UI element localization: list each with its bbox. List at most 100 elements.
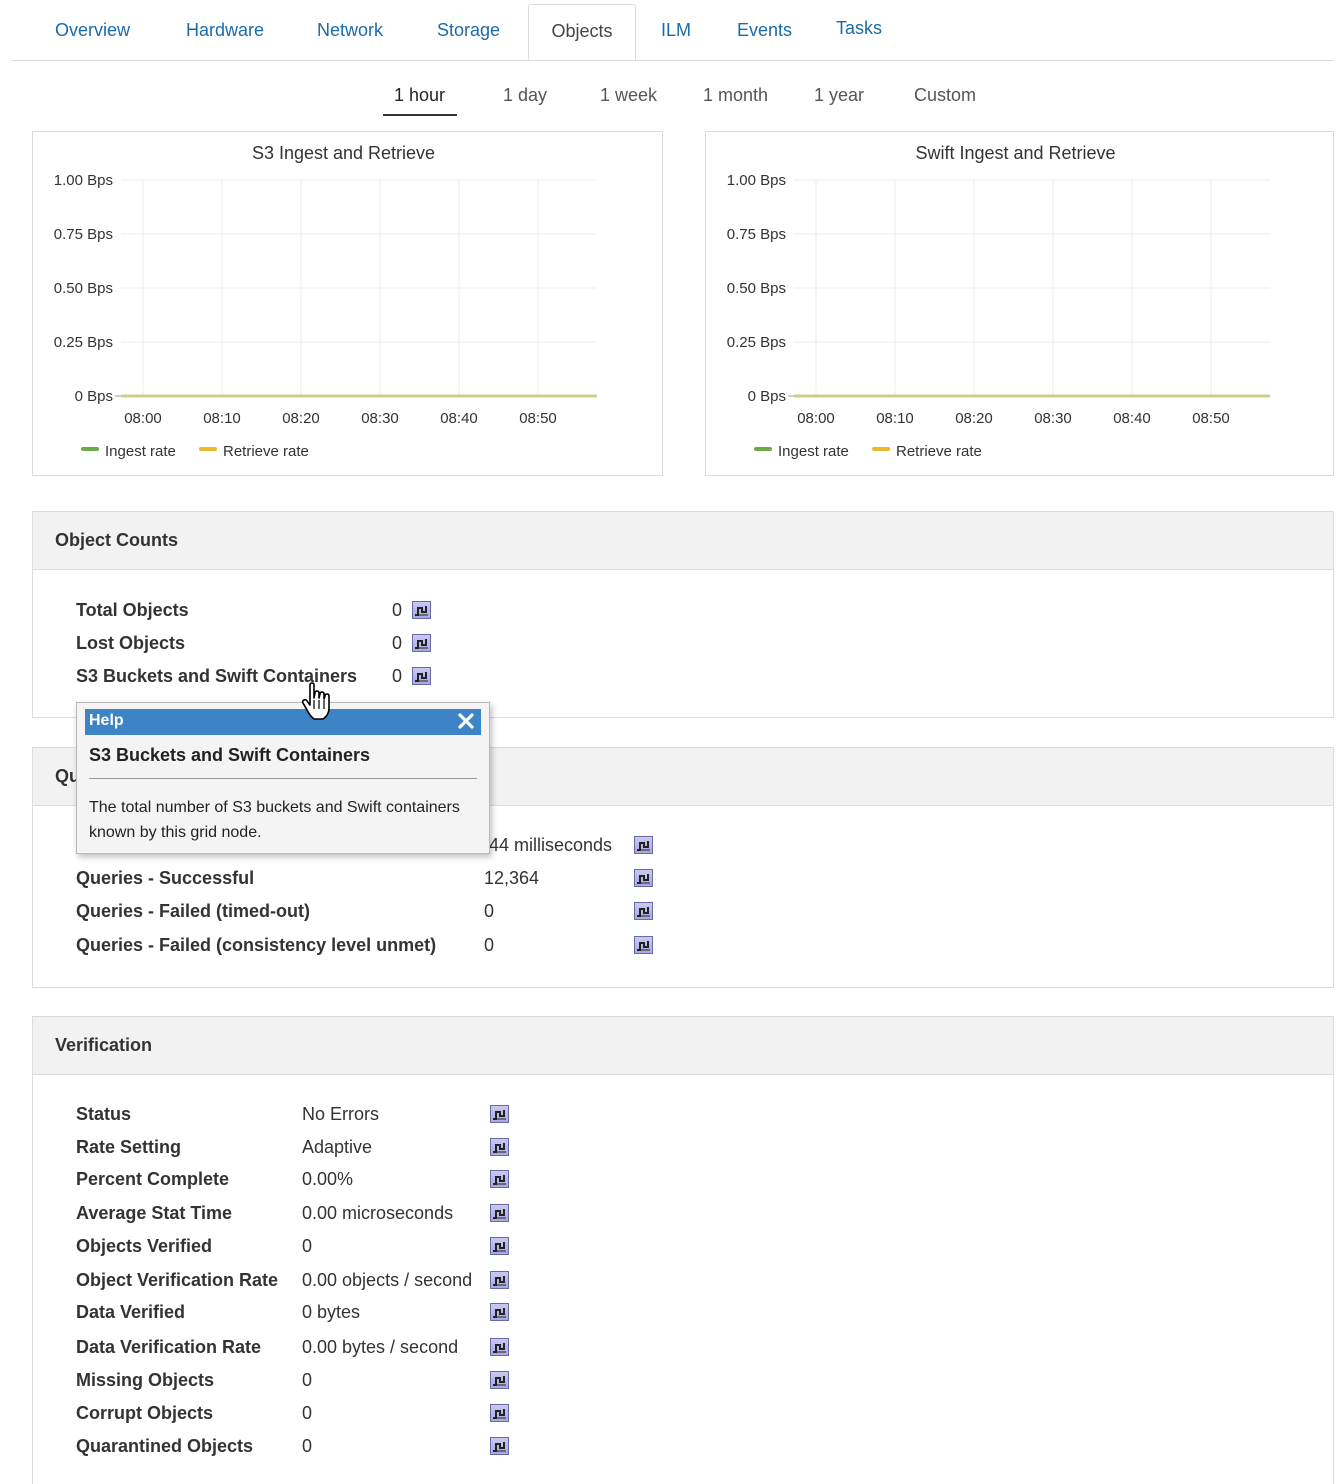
queries-successful-value: 12,364 bbox=[484, 868, 540, 888]
total-objects-label: Total Objects bbox=[76, 600, 189, 620]
chart-svg: S3 Ingest and Retrieve 1.00 Bps 0.75 Bps 0.… bbox=[54, 143, 597, 460]
legend-swatch bbox=[199, 447, 217, 451]
help-bar-title: Help bbox=[89, 712, 124, 729]
x-tick-label: 08:00 bbox=[797, 410, 835, 427]
verification-title: Verification bbox=[33, 1017, 1333, 1075]
verification-row-value: 0 bbox=[302, 1236, 313, 1256]
x-tick-label: 08:30 bbox=[1034, 410, 1072, 427]
x-tick-label: 08:50 bbox=[519, 410, 557, 427]
y-tick-label: 0.75 Bps bbox=[727, 226, 786, 243]
chart-svg: Swift Ingest and Retrieve 1.00 Bps 0.75 Bp… bbox=[727, 143, 1270, 460]
help-popup: Help S3 Buckets and Swift Containers The… bbox=[76, 702, 490, 854]
chart-icon[interactable] bbox=[490, 1338, 509, 1356]
close-icon[interactable] bbox=[455, 710, 477, 732]
y-tick-label: 0.75 Bps bbox=[54, 226, 113, 243]
y-tick-label: 0.25 Bps bbox=[54, 334, 113, 351]
queries-failed-consistency-value: 0 bbox=[484, 935, 495, 955]
query-latency-value: .44 milliseconds bbox=[484, 835, 613, 855]
y-tick-label: 0.25 Bps bbox=[727, 334, 786, 351]
chart-icon[interactable] bbox=[490, 1437, 509, 1455]
chart-icon[interactable] bbox=[412, 601, 431, 619]
verification-row-value: 0.00% bbox=[302, 1169, 354, 1189]
tab-overview[interactable]: Overview bbox=[55, 20, 130, 41]
x-tick-label: 08:40 bbox=[1113, 410, 1151, 427]
chart-icon[interactable] bbox=[490, 1204, 509, 1222]
legend-swatch bbox=[872, 447, 890, 451]
queries-successful-label: Queries - Successful bbox=[76, 868, 255, 888]
y-tick-label: 0 Bps bbox=[75, 388, 113, 405]
chart-icon[interactable] bbox=[634, 836, 653, 854]
verification-row-value: Adaptive bbox=[302, 1137, 373, 1157]
help-divider bbox=[89, 778, 477, 779]
verification-row-value: No Errors bbox=[302, 1104, 380, 1124]
y-tick-label: 1.00 Bps bbox=[727, 172, 786, 189]
hand-cursor-icon bbox=[300, 682, 334, 727]
legend-label: Retrieve rate bbox=[896, 443, 982, 460]
chart-icon[interactable] bbox=[490, 1237, 509, 1255]
verification-row-label: Rate Setting bbox=[76, 1137, 182, 1157]
lost-objects-label: Lost Objects bbox=[76, 633, 186, 653]
chart-icon[interactable] bbox=[412, 634, 431, 652]
x-tick-label: 08:20 bbox=[282, 410, 320, 427]
verification-row-value: 0 bbox=[302, 1370, 313, 1390]
tab-bar: Overview Hardware Network Storage Object… bbox=[12, 0, 1334, 61]
legend-swatch bbox=[754, 447, 772, 451]
tab-tasks[interactable]: Tasks bbox=[836, 18, 882, 39]
queries-failed-timeout-label: Queries - Failed (timed-out) bbox=[76, 901, 311, 921]
tab-storage[interactable]: Storage bbox=[437, 20, 500, 41]
legend-label: Retrieve rate bbox=[223, 443, 309, 460]
x-tick-label: 08:40 bbox=[440, 410, 478, 427]
legend-label: Ingest rate bbox=[778, 443, 849, 460]
lost-objects-value: 0 bbox=[392, 633, 403, 653]
range-custom[interactable]: Custom bbox=[914, 85, 976, 106]
tab-events[interactable]: Events bbox=[737, 20, 792, 41]
verification-section: Verification bbox=[32, 1016, 1334, 1484]
x-tick-label: 08:10 bbox=[876, 410, 914, 427]
chart-icon[interactable] bbox=[634, 936, 653, 954]
help-description: The total number of S3 buckets and Swift… bbox=[89, 799, 460, 841]
verification-row-label: Corrupt Objects bbox=[76, 1403, 214, 1423]
x-tick-label: 08:10 bbox=[203, 410, 241, 427]
verification-row-label: Objects Verified bbox=[76, 1236, 213, 1256]
verification-row-value: 0.00 bytes / second bbox=[302, 1337, 459, 1357]
range-1-hour[interactable]: 1 hour bbox=[394, 85, 445, 106]
range-active-underline bbox=[383, 114, 457, 116]
help-title: S3 Buckets and Swift Containers bbox=[89, 745, 371, 765]
verification-row-value: 0 bbox=[302, 1436, 313, 1456]
verification-row-label: Status bbox=[76, 1104, 132, 1124]
x-tick-label: 08:20 bbox=[955, 410, 993, 427]
chart-icon[interactable] bbox=[490, 1170, 509, 1188]
x-tick-label: 08:50 bbox=[1192, 410, 1230, 427]
tab-ilm[interactable]: ILM bbox=[661, 20, 691, 41]
range-1-month[interactable]: 1 month bbox=[703, 85, 768, 106]
queries-failed-timeout-value: 0 bbox=[484, 901, 495, 921]
chart-icon[interactable] bbox=[634, 902, 653, 920]
range-1-week[interactable]: 1 week bbox=[600, 85, 657, 106]
verification-row-label: Missing Objects bbox=[76, 1370, 215, 1390]
chart-icon[interactable] bbox=[490, 1371, 509, 1389]
chart-icon[interactable] bbox=[490, 1138, 509, 1156]
chart-icon[interactable] bbox=[490, 1404, 509, 1422]
chart-icon[interactable] bbox=[490, 1303, 509, 1321]
verification-row-value: 0.00 objects / second bbox=[302, 1270, 473, 1290]
legend-swatch bbox=[81, 447, 99, 451]
x-tick-label: 08:30 bbox=[361, 410, 399, 427]
object-counts-title: Object Counts bbox=[33, 512, 1333, 570]
y-tick-label: 0.50 Bps bbox=[727, 280, 786, 297]
s3-ingest-chart-panel: S3 Ingest and Retrieve 1.00 Bps 0.75 Bps 0.… bbox=[32, 131, 663, 476]
tab-hardware[interactable]: Hardware bbox=[186, 20, 264, 41]
tab-objects[interactable]: Objects bbox=[528, 4, 636, 60]
verification-row-label: Quarantined Objects bbox=[76, 1436, 254, 1456]
total-objects-value: 0 bbox=[392, 600, 403, 620]
swift-ingest-chart-panel: Swift Ingest and Retrieve 1.00 Bps 0.75 Bp… bbox=[705, 131, 1334, 476]
chart-icon[interactable] bbox=[490, 1105, 509, 1123]
verification-row-value: 0 bbox=[302, 1403, 313, 1423]
range-1-day[interactable]: 1 day bbox=[503, 85, 547, 106]
chart-icon[interactable] bbox=[490, 1271, 509, 1289]
range-1-year[interactable]: 1 year bbox=[814, 85, 864, 106]
chart-icon[interactable] bbox=[634, 869, 653, 887]
verification-row-label: Percent Complete bbox=[76, 1169, 230, 1189]
tab-network[interactable]: Network bbox=[317, 20, 383, 41]
verification-row-label: Average Stat Time bbox=[76, 1203, 233, 1223]
chart-icon[interactable] bbox=[412, 667, 431, 685]
